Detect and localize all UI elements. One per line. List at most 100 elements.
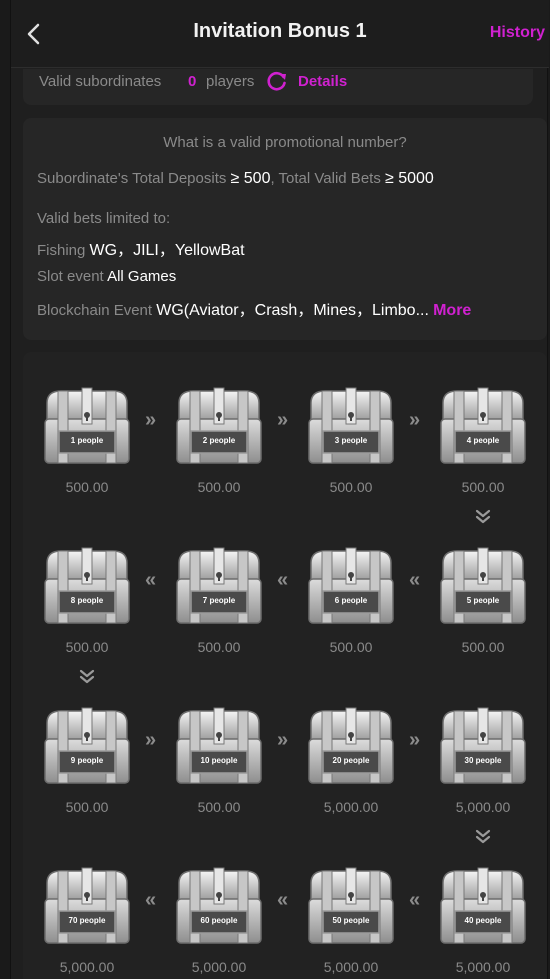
chest-amount: 500.00 (461, 639, 505, 655)
chest-cell[interactable]: 2 people 500.00 (171, 385, 267, 495)
valid-subordinates-label: Valid subordinates (39, 73, 162, 90)
chest-cell[interactable]: 40 people 5,000.00 (435, 865, 531, 975)
bets-label: Total Valid Bets (278, 170, 381, 187)
treasure-chest-icon (44, 547, 130, 624)
chest-people-label: 7 people (202, 596, 236, 605)
chest-amount: 500.00 (65, 639, 109, 655)
chest-amount: 5,000.00 (455, 799, 511, 815)
chest-cell[interactable]: 7 people 500.00 (171, 545, 267, 655)
treasure-chest-icon (176, 707, 262, 784)
chest-cell[interactable]: 4 people 500.00 (435, 385, 531, 495)
chest-people-label: 30 people (464, 756, 502, 765)
chest-people-label: 50 people (332, 916, 370, 925)
fishing-row: Fishing WG，JILI，YellowBat (37, 236, 245, 260)
chest-amount: 500.00 (197, 639, 241, 655)
bets-value: ≥ 5000 (385, 170, 434, 187)
double-chevron-right-icon: » (409, 409, 420, 431)
history-link[interactable]: History (490, 24, 545, 42)
chest-cell[interactable]: 3 people 500.00 (303, 385, 399, 495)
double-chevron-right-icon: » (277, 729, 288, 751)
chest-amount: 500.00 (197, 799, 241, 815)
double-chevron-down-icon (79, 669, 95, 684)
valid-subordinates-bar: Valid subordinates 0 players Details (23, 69, 533, 105)
treasure-chest-icon (308, 867, 394, 944)
double-chevron-right-icon: » (277, 409, 288, 431)
more-link[interactable]: More (433, 302, 471, 319)
double-chevron-left-icon: « (145, 889, 156, 911)
chest-amount: 500.00 (65, 479, 109, 495)
treasure-chest-icon (308, 707, 394, 784)
blockchain-label: Blockchain Event (37, 302, 153, 319)
chest-amount: 5,000.00 (191, 959, 247, 975)
treasure-chest-icon (440, 547, 526, 624)
double-chevron-right-icon: » (409, 729, 420, 751)
double-chevron-left-icon: « (409, 889, 420, 911)
chest-people-label: 1 people (70, 436, 104, 445)
treasure-chest-icon (176, 547, 262, 624)
slot-row: Slot event All Games (37, 268, 176, 285)
chest-people-label: 9 people (70, 756, 104, 765)
chest-cell[interactable]: 9 people 500.00 (39, 705, 135, 815)
chest-people-label: 4 people (466, 436, 500, 445)
chest-people-label: 60 people (200, 916, 238, 925)
treasure-chest-icon (176, 387, 262, 464)
chest-people-label: 3 people (334, 436, 368, 445)
double-chevron-down-icon (475, 509, 491, 524)
deposits-label: Subordinate's Total Deposits (37, 170, 227, 187)
chest-cell[interactable]: 8 people 500.00 (39, 545, 135, 655)
chest-amount: 5,000.00 (323, 959, 379, 975)
chest-people-label: 70 people (68, 916, 106, 925)
fishing-label: Fishing (37, 242, 86, 259)
page-title: Invitation Bonus 1 (193, 20, 367, 42)
header: Invitation Bonus 1 History (11, 0, 549, 68)
chest-cell[interactable]: 60 people 5,000.00 (171, 865, 267, 975)
valid-subordinates-unit: players (206, 73, 255, 90)
app-frame: Invitation Bonus 1 History Valid subordi… (10, 0, 549, 979)
treasure-chest-icon (44, 867, 130, 944)
treasure-chest-icon (44, 707, 130, 784)
treasure-chest-icon (440, 707, 526, 784)
chest-cell[interactable]: 70 people 5,000.00 (39, 865, 135, 975)
chest-people-label: 10 people (200, 756, 238, 765)
treasure-chest-icon (440, 387, 526, 464)
treasure-chest-icon (308, 547, 394, 624)
double-chevron-left-icon: « (409, 569, 420, 591)
chest-amount: 500.00 (197, 479, 241, 495)
double-chevron-left-icon: « (277, 569, 288, 591)
chest-people-label: 5 people (466, 596, 500, 605)
rules-card: What is a valid promotional number? Subo… (23, 118, 547, 340)
chest-cell[interactable]: 6 people 500.00 (303, 545, 399, 655)
chest-people-label: 20 people (332, 756, 370, 765)
chest-amount: 5,000.00 (59, 959, 115, 975)
chest-people-label: 8 people (70, 596, 104, 605)
chest-cell[interactable]: 5 people 500.00 (435, 545, 531, 655)
chest-people-label: 6 people (334, 596, 368, 605)
chest-cell[interactable]: 50 people 5,000.00 (303, 865, 399, 975)
limited-label: Valid bets limited to: (37, 210, 171, 227)
chest-cell[interactable]: 30 people 5,000.00 (435, 705, 531, 815)
chest-amount: 5,000.00 (455, 959, 511, 975)
treasure-chest-icon (176, 867, 262, 944)
blockchain-value: WG(Aviator，Crash，Mines，Limbo... (156, 302, 429, 319)
chest-cell[interactable]: 20 people 5,000.00 (303, 705, 399, 815)
double-chevron-right-icon: » (145, 729, 156, 751)
fishing-value: WG，JILI，YellowBat (89, 242, 245, 259)
chest-amount: 5,000.00 (323, 799, 379, 815)
chest-amount: 500.00 (461, 479, 505, 495)
chest-cell[interactable]: 1 people 500.00 (39, 385, 135, 495)
rules-question: What is a valid promotional number? (163, 134, 407, 151)
chest-cell[interactable]: 10 people 500.00 (171, 705, 267, 815)
rules-requirements: Subordinate's Total Deposits ≥ 500, Tota… (37, 170, 434, 187)
valid-subordinates-count: 0 (188, 73, 197, 90)
details-link[interactable]: Details (298, 73, 347, 90)
chest-amount: 500.00 (329, 479, 373, 495)
chest-amount: 500.00 (329, 639, 373, 655)
chest-amount: 500.00 (65, 799, 109, 815)
double-chevron-left-icon: « (277, 889, 288, 911)
deposits-value: ≥ 500 (230, 170, 271, 187)
blockchain-row: Blockchain Event WG(Aviator，Crash，Mines，… (37, 296, 471, 320)
refresh-icon[interactable] (266, 70, 288, 92)
chest-people-label: 2 people (202, 436, 236, 445)
treasure-chest-icon (440, 867, 526, 944)
double-chevron-left-icon: « (145, 569, 156, 591)
